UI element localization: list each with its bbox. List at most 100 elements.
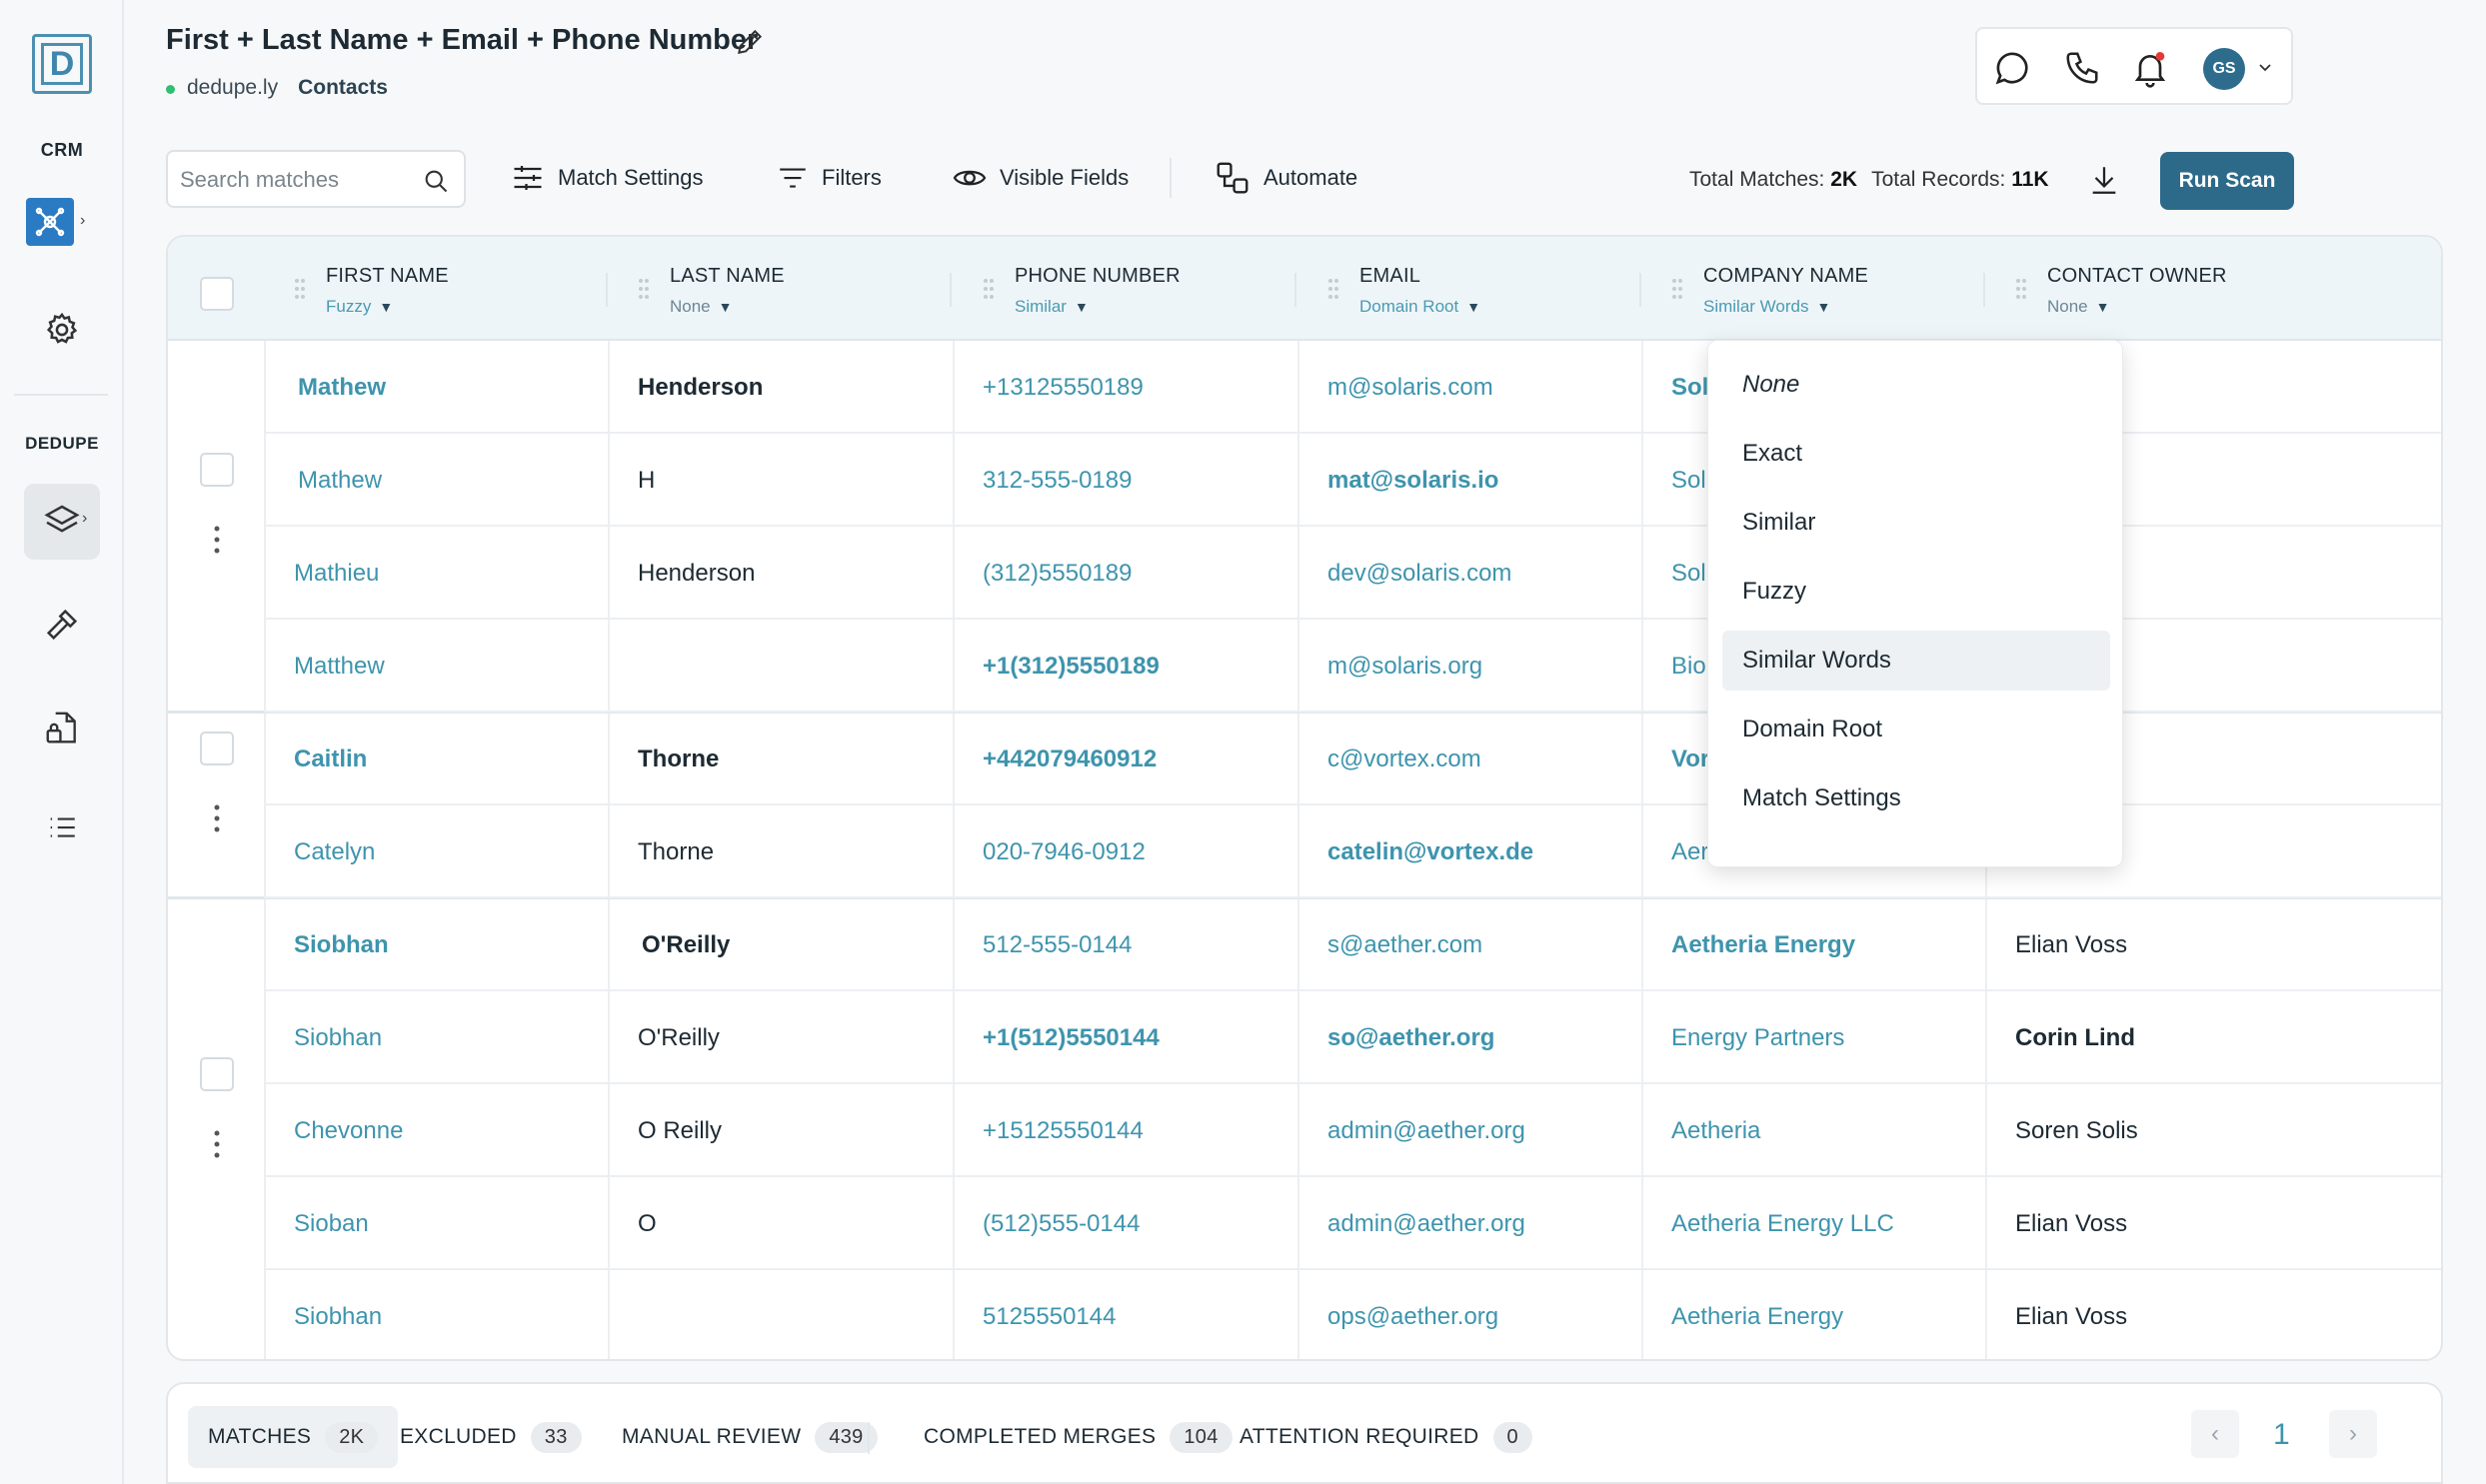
table-row[interactable]: Sioban O (512)555-0144 admin@aether.org Aeth… — [264, 1177, 2441, 1270]
crm-app-icon[interactable] — [26, 198, 74, 246]
cell-email: s@aether.com — [1327, 930, 1483, 958]
caret-down-icon: ▼ — [1466, 299, 1481, 315]
edit-pencil-icon[interactable] — [734, 26, 768, 60]
list-icon[interactable] — [32, 797, 92, 857]
column-name: FIRST NAME — [326, 265, 449, 287]
dropdown-option[interactable]: Exact — [1722, 424, 2110, 484]
notification-bell-icon[interactable] — [2129, 47, 2171, 89]
crm-expand-icon[interactable]: › — [80, 212, 85, 230]
user-avatar[interactable]: GS — [2203, 48, 2245, 90]
cell-company: Aetheria Energy — [1671, 1302, 1844, 1330]
drag-handle-icon[interactable] — [1671, 277, 1683, 301]
group-more-icon[interactable] — [213, 525, 221, 555]
cell-first-name: Sioban — [294, 1209, 369, 1237]
cell-phone: (512)555-0144 — [983, 1209, 1141, 1237]
group-more-icon[interactable] — [213, 803, 221, 833]
settings-gear-icon[interactable] — [32, 300, 92, 360]
layers-icon[interactable] — [24, 484, 100, 560]
chat-icon[interactable] — [1991, 47, 2033, 89]
status-tab[interactable]: ATTENTION REQUIRED 0 — [1220, 1406, 1552, 1468]
table-row[interactable]: Siobhan O'Reilly +1(512)5550144 so@aether.o… — [264, 991, 2441, 1084]
table-row[interactable]: Siobhan 5125550144 ops@aether.org Aetheria … — [264, 1270, 2441, 1359]
cell-email: admin@aether.org — [1327, 1209, 1525, 1237]
status-tab[interactable]: COMPLETED MERGES 104 — [904, 1406, 1252, 1468]
dropdown-option[interactable]: Domain Root — [1722, 700, 2110, 759]
total-matches: Total Matches: 2K — [1689, 168, 1858, 191]
match-settings-label: Match Settings — [558, 165, 704, 190]
visible-fields-button[interactable]: Visible Fields — [952, 156, 1129, 200]
drag-handle-icon[interactable] — [1327, 277, 1339, 301]
breadcrumb-site[interactable]: dedupe.ly — [166, 76, 278, 100]
match-rule-select[interactable]: Domain Root ▼ — [1359, 297, 1480, 317]
match-rule-select[interactable]: Fuzzy ▼ — [326, 297, 393, 317]
table-row[interactable]: Chevonne O Reilly +15125550144 admin@aether… — [264, 1084, 2441, 1177]
dropdown-option[interactable]: None — [1722, 355, 2110, 415]
match-rule-select[interactable]: Similar ▼ — [1015, 297, 1089, 317]
group-more-icon[interactable] — [213, 1129, 221, 1159]
cell-phone: +1(312)5550189 — [983, 652, 1160, 680]
drag-handle-icon[interactable] — [983, 277, 995, 301]
column-header[interactable]: PHONE NUMBER Similar ▼ — [953, 237, 1296, 341]
automate-icon — [1217, 162, 1248, 194]
column-header[interactable]: COMPANY NAME Similar Words ▼ — [1641, 237, 1985, 341]
cell-email: admin@aether.org — [1327, 1116, 1525, 1144]
locked-file-icon[interactable] — [32, 698, 92, 757]
filter-icon — [780, 168, 806, 188]
column-divider — [950, 273, 952, 307]
phone-icon[interactable] — [2061, 47, 2103, 89]
run-scan-button[interactable]: Run Scan — [2160, 152, 2294, 210]
status-tab[interactable]: EXCLUDED 33 — [380, 1406, 602, 1468]
total-records: Total Records: 11K — [1871, 168, 2049, 191]
column-header[interactable]: FIRST NAME Fuzzy ▼ — [264, 237, 608, 341]
caret-down-icon: ▼ — [2095, 299, 2110, 315]
column-header[interactable]: CONTACT OWNER None ▼ — [1985, 237, 2329, 341]
chevron-down-icon[interactable] — [2257, 59, 2273, 80]
hammer-icon[interactable] — [32, 595, 92, 655]
caret-down-icon: ▼ — [1074, 299, 1089, 315]
drag-handle-icon[interactable] — [638, 277, 650, 301]
app-logo[interactable]: D — [32, 34, 92, 94]
cell-phone: 020-7946-0912 — [983, 837, 1146, 865]
automate-label: Automate — [1263, 165, 1358, 190]
column-name: EMAIL — [1359, 265, 1421, 287]
dropdown-option[interactable]: Similar Words — [1722, 631, 2110, 691]
header-actions: GS — [1975, 27, 2293, 105]
group-checkbox[interactable] — [200, 732, 234, 765]
dropdown-option[interactable]: Fuzzy — [1722, 562, 2110, 622]
cell-last-name: Thorne — [638, 744, 720, 772]
group-checkbox[interactable] — [200, 1056, 234, 1091]
match-rule-select[interactable]: None ▼ — [2047, 297, 2110, 317]
page-title: First + Last Name + Email + Phone Number — [166, 24, 759, 56]
automate-button[interactable]: Automate — [1214, 156, 1357, 200]
search-icon[interactable] — [422, 167, 450, 200]
drag-handle-icon[interactable] — [294, 277, 306, 301]
download-icon[interactable] — [2087, 162, 2121, 203]
cell-email: c@vortex.com — [1327, 744, 1481, 772]
next-page-icon[interactable]: › — [2329, 1410, 2377, 1458]
column-header[interactable]: EMAIL Domain Root ▼ — [1297, 237, 1641, 341]
status-tab[interactable]: MANUAL REVIEW 439 — [602, 1406, 898, 1468]
cell-phone: +442079460912 — [983, 744, 1158, 772]
search-input[interactable] — [180, 164, 410, 196]
cell-email: m@solaris.org — [1327, 652, 1483, 680]
dedupe-expand-icon[interactable]: › — [82, 510, 87, 528]
select-all-checkbox[interactable] — [200, 277, 234, 311]
match-rule-select[interactable]: Similar Words ▼ — [1703, 297, 1830, 317]
column-header[interactable]: LAST NAME None ▼ — [608, 237, 952, 341]
toolbar-divider — [1170, 158, 1172, 198]
prev-page-icon[interactable]: ‹ — [2191, 1410, 2239, 1458]
cell-company: Aetheria — [1671, 1116, 1761, 1144]
match-settings-button[interactable]: Match Settings — [510, 156, 704, 200]
breadcrumb-page[interactable]: Contacts — [298, 76, 388, 100]
group-checkbox[interactable] — [200, 453, 234, 487]
match-rule-select[interactable]: None ▼ — [670, 297, 733, 317]
cell-email: catelin@vortex.de — [1327, 837, 1534, 865]
dropdown-option[interactable]: Match Settings — [1722, 768, 2110, 828]
table-row[interactable]: Siobhan O'Reilly 512-555-0144 s@aether.com A… — [264, 898, 2441, 991]
current-page[interactable]: 1 — [2273, 1418, 2290, 1452]
status-tab[interactable]: MATCHES 2K — [188, 1406, 399, 1468]
caret-down-icon: ▼ — [1816, 299, 1831, 315]
dropdown-option[interactable]: Similar — [1722, 493, 2110, 553]
filters-button[interactable]: Filters — [776, 156, 882, 200]
drag-handle-icon[interactable] — [2015, 277, 2027, 301]
